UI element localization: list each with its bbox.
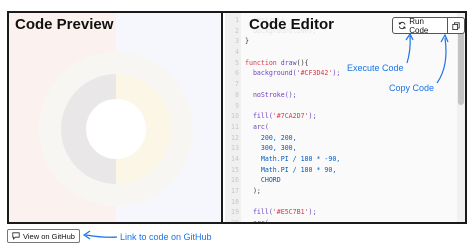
view-on-github-label: View on GitHub [23,231,75,241]
comment-icon [12,232,20,240]
copy-icon [452,21,460,30]
execute-code-arrow [406,35,411,64]
copy-code-annotation: Copy Code [389,83,435,93]
run-code-button[interactable]: Run Code [392,16,449,35]
editor-title: Code Editor [249,16,334,33]
copy-code-button[interactable] [448,17,465,34]
run-code-label: Run Code [409,16,429,35]
execute-code-annotation: Execute Code [347,63,404,73]
refresh-icon [398,21,406,30]
github-link-annotation: Link to code on GitHub [120,232,212,242]
view-on-github-button[interactable]: View on GitHub [7,229,80,243]
copy-code-arrow [436,37,447,84]
editor-toolbar: Run Code [392,16,465,35]
github-arrow [85,234,118,238]
annotation-arrows [82,32,449,240]
